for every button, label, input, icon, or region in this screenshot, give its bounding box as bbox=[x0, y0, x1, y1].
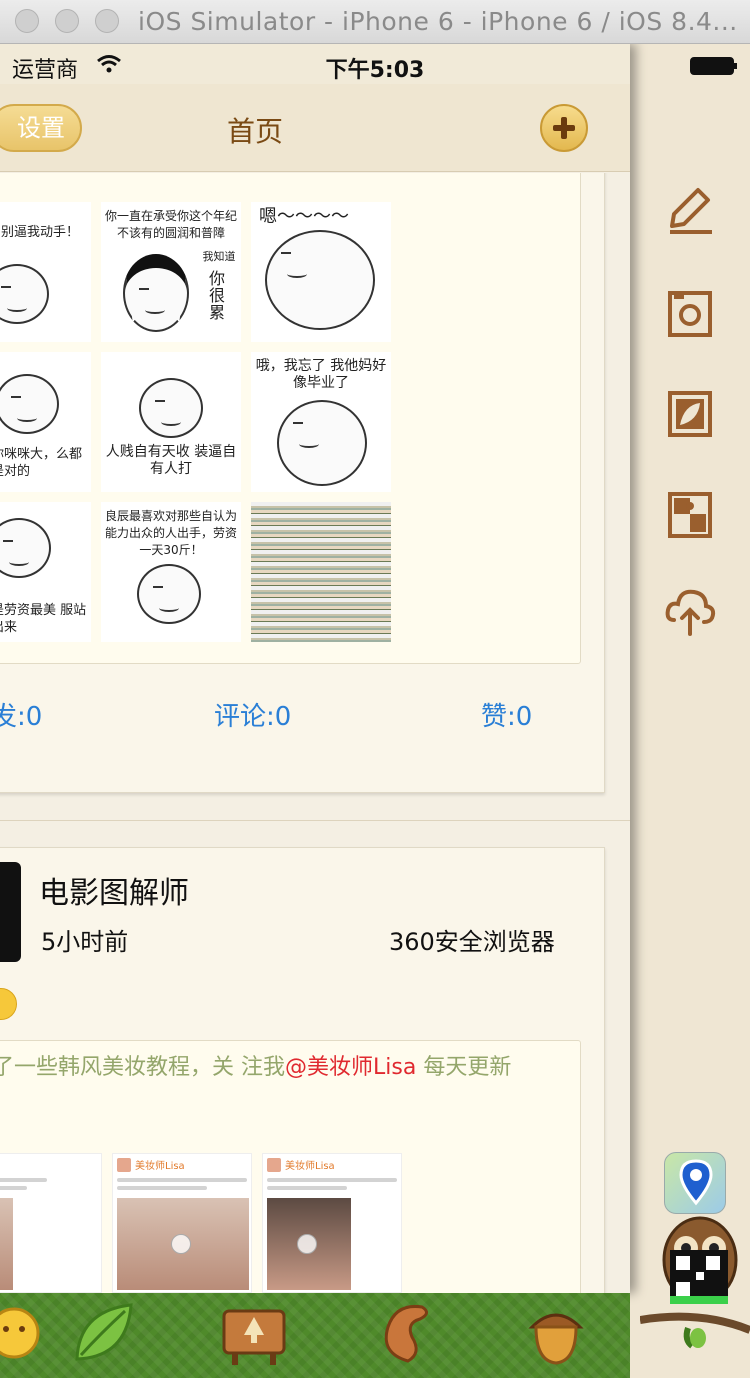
simulator-titlebar: iOS Simulator - iPhone 6 - iPhone 6 / iO… bbox=[0, 0, 750, 44]
meme-face bbox=[139, 378, 203, 438]
repost-image-2[interactable]: 美妆师Lisa bbox=[112, 1153, 252, 1293]
repost-count[interactable]: 发:0 bbox=[0, 696, 42, 733]
meme-face bbox=[123, 254, 189, 332]
meme-caption: 别逼我动手！ bbox=[1, 225, 80, 240]
avatar[interactable] bbox=[0, 862, 21, 962]
repost-text: 了一些韩风美妆教程，关 注我@美妆师Lisa 每天更新 bbox=[0, 1049, 572, 1081]
comment-count[interactable]: 评论:0 bbox=[214, 696, 291, 733]
post-time: 5小时前 bbox=[41, 928, 129, 956]
post-source: 360安全浏览器 bbox=[389, 928, 555, 956]
battery-icon bbox=[690, 57, 737, 75]
repost-text-suffix: 每天更新 bbox=[416, 1055, 512, 1080]
meme-image-9[interactable] bbox=[251, 502, 391, 642]
meme-face bbox=[137, 564, 201, 624]
meme-image-6[interactable]: 哦，我忘了 我他妈好像毕业了 bbox=[251, 352, 391, 492]
mini-username: 美妆师Lisa bbox=[135, 1161, 185, 1172]
meme-caption: 是劳资最美 服站出来 bbox=[0, 603, 87, 635]
owl-mascot bbox=[640, 1216, 750, 1349]
status-time: 下午5:03 bbox=[325, 58, 425, 83]
meme-face bbox=[0, 264, 49, 324]
meme-caption: 哦，我忘了 我他妈好像毕业了 bbox=[255, 358, 387, 391]
meme-image-3[interactable]: 嗯～～～～ bbox=[251, 202, 391, 342]
meme-caption: 良辰最喜欢对那些自认为能力出众的人出手，劳资一天30斤！ bbox=[105, 509, 238, 557]
meme-caption: 你一直在承受你这个年纪不该有的圆润和普障 bbox=[105, 209, 238, 240]
mini-avatar bbox=[117, 1158, 131, 1172]
squirrel-tail-icon[interactable] bbox=[372, 1297, 444, 1369]
leaf-icon[interactable] bbox=[67, 1297, 139, 1369]
add-post-button[interactable] bbox=[540, 104, 588, 152]
meme-image-1[interactable]: 别逼我动手！ bbox=[0, 202, 91, 342]
meme-caption: 我知道 bbox=[202, 250, 236, 263]
feed-divider bbox=[0, 820, 630, 821]
meme-caption: 你很累 bbox=[208, 269, 225, 322]
meme-caption: 嗯～～～～ bbox=[259, 206, 349, 227]
cloud-upload-icon[interactable] bbox=[660, 582, 720, 642]
home-feed[interactable]: 别逼我动手！ 你一直在承受你这个年纪不该有的圆润和普障 我知道 你很累 嗯～～～… bbox=[0, 173, 630, 1293]
meme-face bbox=[0, 374, 59, 434]
repost-image-3[interactable]: 美妆师Lisa bbox=[262, 1153, 402, 1293]
repost-box[interactable]: 了一些韩风美妆教程，关 注我@美妆师Lisa 每天更新 美妆师Lisa 美妆师L… bbox=[0, 1040, 581, 1293]
window-title: iOS Simulator - iPhone 6 - iPhone 6 / iO… bbox=[138, 7, 738, 36]
meme-face bbox=[0, 518, 51, 578]
like-count[interactable]: 赞:0 bbox=[481, 696, 532, 733]
phone-screen: 运营商 设置 首页 别逼我动手！ 你一直在承受你这个年纪不该有的圆润和普障 我知… bbox=[0, 44, 630, 1293]
photo-leaf-icon[interactable] bbox=[660, 383, 720, 443]
puzzle-icon[interactable] bbox=[660, 484, 720, 544]
meme-caption: 你咪咪大，么都是对的 bbox=[0, 447, 83, 479]
meme-image-2[interactable]: 你一直在承受你这个年纪不该有的圆润和普障 我知道 你很累 bbox=[101, 202, 241, 342]
maps-app-icon[interactable] bbox=[664, 1152, 726, 1214]
meme-image-8[interactable]: 良辰最喜欢对那些自认为能力出众的人出手，劳资一天30斤！ bbox=[101, 502, 241, 642]
play-icon bbox=[297, 1234, 317, 1254]
smiley-emoji bbox=[0, 988, 17, 1020]
smiley-icon[interactable] bbox=[0, 1297, 50, 1369]
pencil-icon[interactable] bbox=[660, 180, 720, 240]
repost-text-prefix: 了一些韩风美妆教程，关 注我 bbox=[0, 1055, 285, 1080]
tab-bar bbox=[0, 1293, 630, 1378]
minimize-window-button[interactable] bbox=[55, 9, 79, 33]
mini-username: 美妆师Lisa bbox=[285, 1161, 335, 1172]
meme-image-7[interactable]: 是劳资最美 服站出来 bbox=[0, 502, 91, 642]
mention-link[interactable]: @美妆师Lisa bbox=[285, 1055, 416, 1080]
mini-avatar bbox=[267, 1158, 281, 1172]
meme-face bbox=[277, 400, 367, 486]
acorn-icon[interactable] bbox=[520, 1297, 592, 1369]
post-author[interactable]: 电影图解师 bbox=[39, 868, 189, 912]
feed-post-card: 电影图解师 5小时前 360安全浏览器 了一些韩风美妆教程，关 注我@美妆师Li… bbox=[0, 847, 605, 1293]
page-title: 首页 bbox=[226, 115, 283, 148]
meme-image-4[interactable]: 你咪咪大，么都是对的 bbox=[0, 352, 91, 492]
play-icon bbox=[171, 1234, 191, 1254]
close-window-button[interactable] bbox=[15, 9, 39, 33]
signboard-icon[interactable] bbox=[218, 1297, 290, 1369]
zoom-window-button[interactable] bbox=[95, 9, 119, 33]
meme-image-5[interactable]: 人贱自有天收 装逼自有人打 bbox=[101, 352, 241, 492]
meme-face bbox=[265, 230, 375, 330]
navigation-bar: 设置 首页 bbox=[0, 84, 630, 172]
feed-post-card: 别逼我动手！ 你一直在承受你这个年纪不该有的圆润和普障 我知道 你很累 嗯～～～… bbox=[0, 173, 605, 793]
camera-icon[interactable] bbox=[660, 283, 720, 343]
meme-caption: 人贱自有天收 装逼自有人打 bbox=[105, 444, 237, 477]
repost-image-1[interactable] bbox=[0, 1153, 102, 1293]
map-pin-icon bbox=[679, 1159, 713, 1206]
